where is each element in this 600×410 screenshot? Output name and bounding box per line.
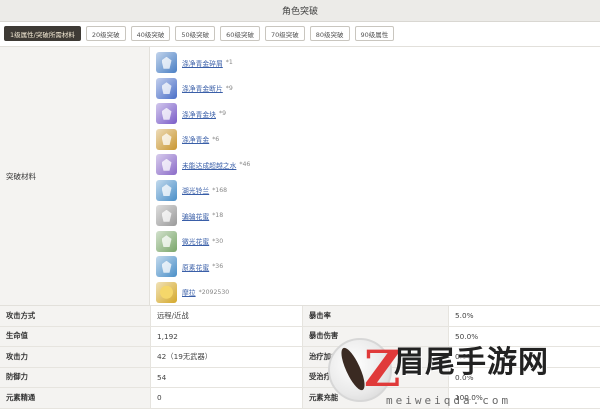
material-count: *36 xyxy=(212,263,224,271)
stat-label: 暴击率 xyxy=(302,306,448,326)
tab-3[interactable]: 50级突破 xyxy=(175,26,216,41)
water-orb-icon xyxy=(156,154,177,176)
flower-icon xyxy=(156,179,177,201)
nectar-icon xyxy=(156,205,177,227)
material-name-link[interactable]: 涤净青金块 xyxy=(182,109,216,119)
tab-2[interactable]: 40级突破 xyxy=(130,26,171,41)
level-tabs: 1级属性/突破所需材料 20级突破 40级突破 50级突破 60级突破 70级突破 80级突… xyxy=(4,26,395,42)
stat-value: 5.0% xyxy=(448,306,600,326)
tab-1[interactable]: 20级突破 xyxy=(85,26,126,41)
material-row: 未能达成超越之水 *46 xyxy=(156,152,596,178)
material-count: *1 xyxy=(225,59,233,67)
material-count: *168 xyxy=(212,186,228,194)
stat-label: 生命值 xyxy=(0,326,150,346)
mora-coin-icon xyxy=(156,281,177,303)
stat-row: 攻击方式 远程/近战 暴击率 5.0% xyxy=(0,306,600,327)
material-row: 摩拉 *2092530 xyxy=(156,280,596,306)
material-row: 湖光铃兰 *168 xyxy=(156,178,596,204)
material-row: 微光花蜜 *30 xyxy=(156,229,596,255)
watermark: Z 眉尾手游网 meiweiqda.com xyxy=(328,336,600,410)
material-name-link[interactable]: 涤净青金 xyxy=(182,134,209,144)
stat-value: 远程/近战 xyxy=(150,306,302,326)
tab-4[interactable]: 60级突破 xyxy=(220,26,260,41)
material-name-link[interactable]: 涤净青金断片 xyxy=(182,83,223,93)
material-name-link[interactable]: 骗骗花蜜 xyxy=(182,211,209,221)
material-count: *9 xyxy=(218,110,227,118)
material-name-link[interactable]: 摩拉 xyxy=(182,287,196,297)
material-name-link[interactable]: 湖光铃兰 xyxy=(182,185,209,195)
tab-0[interactable]: 1级属性/突破所需材料 xyxy=(4,26,81,41)
material-count: *2092530 xyxy=(198,288,230,296)
panel-title: 角色突破 xyxy=(0,0,600,22)
stat-value: 54 xyxy=(150,367,302,387)
material-name-link[interactable]: 未能达成超越之水 xyxy=(182,160,236,170)
stat-label: 防御力 xyxy=(0,367,150,387)
material-row: 涤净青金块 *9 xyxy=(156,101,596,127)
material-row: 骗骗花蜜 *18 xyxy=(156,203,596,229)
purple-gem-icon xyxy=(156,103,177,125)
material-row: 涤净青金碎屑 *1 xyxy=(156,50,596,76)
material-count: *6 xyxy=(212,135,220,143)
nectar-icon xyxy=(156,230,177,252)
material-row: 涤净青金断片 *9 xyxy=(156,76,596,102)
nectar-icon xyxy=(156,256,177,278)
stat-label: 元素精通 xyxy=(0,388,150,408)
watermark-brand: 眉尾手游网 xyxy=(394,345,549,380)
material-name-link[interactable]: 原素花蜜 xyxy=(182,262,209,272)
gold-gem-icon xyxy=(156,128,177,150)
tab-6[interactable]: 80级突破 xyxy=(309,26,350,41)
materials-list: 涤净青金碎屑 *1 涤净青金断片 *9 涤净青金块 *9 涤净青金 *6 未能达成超越之水 *46… xyxy=(156,50,596,305)
material-row: 原素花蜜 *36 xyxy=(156,254,596,280)
materials-section: 突破材料 涤净青金碎屑 *1 涤净青金断片 *9 涤净青金块 *9 涤净青金 *6 未能达成超越… xyxy=(0,46,600,306)
material-count: *18 xyxy=(212,212,224,220)
watermark-url: meiweiqda.com xyxy=(386,394,512,407)
material-count: *46 xyxy=(239,161,251,169)
stat-label: 攻击力 xyxy=(0,347,150,367)
tab-7[interactable]: 90级属性 xyxy=(354,26,395,41)
material-name-link[interactable]: 涤净青金碎屑 xyxy=(182,58,223,68)
blue-gem-icon xyxy=(156,52,177,74)
material-row: 涤净青金 *6 xyxy=(156,127,596,153)
stat-value: 42（19无武器） xyxy=(150,347,302,367)
stat-value: 0 xyxy=(150,388,302,408)
material-count: *30 xyxy=(212,237,224,245)
stat-label: 攻击方式 xyxy=(0,306,150,326)
stat-value: 1,192 xyxy=(150,326,302,346)
blue-gem-icon xyxy=(156,77,177,99)
material-count: *9 xyxy=(225,84,233,92)
materials-label: 突破材料 xyxy=(0,47,150,305)
material-name-link[interactable]: 微光花蜜 xyxy=(182,236,209,246)
tab-5[interactable]: 70级突破 xyxy=(264,26,305,41)
